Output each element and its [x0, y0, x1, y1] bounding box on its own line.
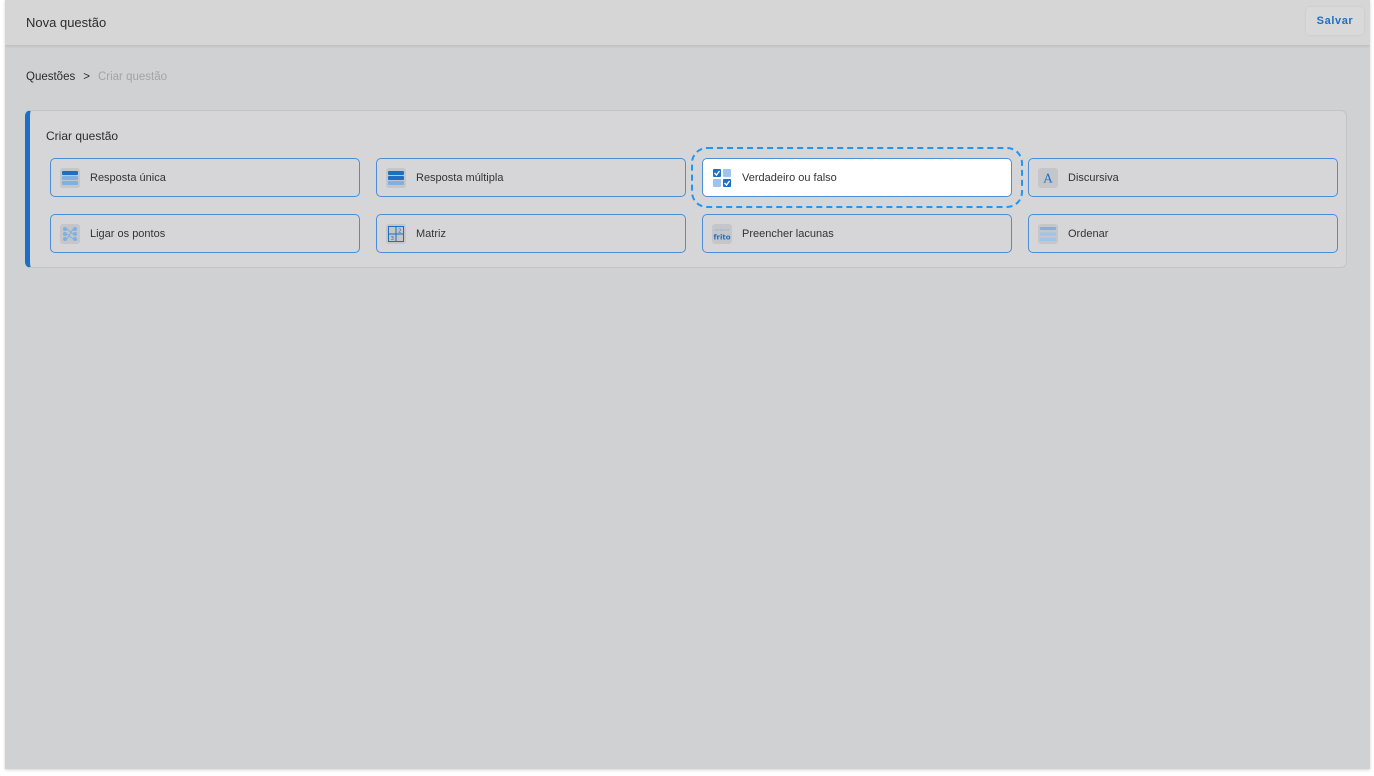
breadcrumb-current: Criar questão	[97, 71, 167, 83]
app-window: Nova questão Salvar Questões > Criar que…	[5, 0, 1370, 769]
connect-dots-icon	[60, 223, 80, 244]
card-title: Criar questão	[46, 129, 119, 143]
page-title: Nova questão	[26, 15, 107, 30]
option-discursiva[interactable]: A Discursiva	[1028, 158, 1338, 197]
matrix-icon: 2 3	[386, 223, 406, 244]
order-list-icon	[1038, 223, 1058, 244]
option-label: Preencher lacunas	[742, 227, 834, 240]
option-label: Resposta única	[90, 171, 166, 184]
single-answer-icon	[60, 167, 80, 188]
option-verdadeiro-ou-falso[interactable]: Verdadeiro ou falso	[691, 147, 1023, 208]
option-ligar-os-pontos[interactable]: Ligar os pontos	[50, 214, 360, 253]
option-label: Matriz	[416, 227, 446, 240]
text-a-icon: A	[1038, 167, 1058, 188]
option-label: Ligar os pontos	[90, 227, 166, 240]
true-false-icon	[712, 167, 732, 188]
breadcrumb-questoes-link[interactable]: Questões	[26, 71, 75, 83]
option-label: Resposta múltipla	[416, 171, 504, 184]
option-label: Verdadeiro ou falso	[742, 171, 837, 184]
option-preencher-lacunas[interactable]: frito Preencher lacunas	[702, 214, 1012, 253]
option-matriz[interactable]: 2 3 Matriz	[376, 214, 686, 253]
svg-text:3: 3	[390, 236, 394, 242]
top-bar: Nova questão Salvar	[5, 0, 1370, 45]
option-resposta-unica[interactable]: Resposta única	[50, 158, 360, 197]
multiple-answer-icon	[386, 167, 406, 188]
svg-text:2: 2	[398, 228, 402, 234]
option-resposta-multipla[interactable]: Resposta múltipla	[376, 158, 686, 197]
save-button[interactable]: Salvar	[1306, 7, 1364, 35]
option-ordenar[interactable]: Ordenar	[1028, 214, 1338, 253]
svg-text:A: A	[1043, 171, 1053, 185]
option-label: Ordenar	[1068, 227, 1109, 240]
option-label: Discursiva	[1068, 171, 1119, 184]
fill-blanks-icon-text: frito	[713, 233, 730, 241]
breadcrumb: Questões > Criar questão	[26, 71, 167, 83]
breadcrumb-separator: >	[83, 71, 90, 83]
fill-blanks-icon: frito	[712, 223, 732, 244]
create-question-card: Criar questão Resposta única Resposta mú…	[25, 110, 1347, 268]
